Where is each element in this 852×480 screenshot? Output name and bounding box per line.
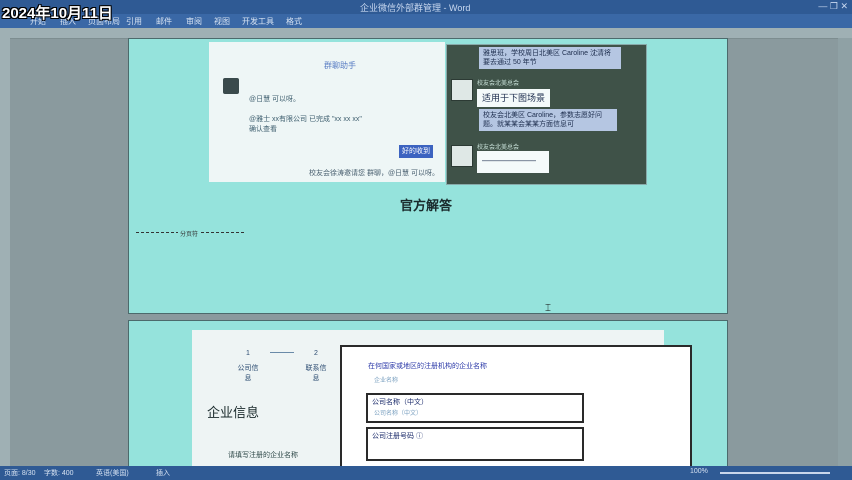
enterprise-info-title: 企业信息 <box>207 405 260 420</box>
field-label: 公司名称（中文） <box>372 399 428 406</box>
status-bar: 页面: 8/30 字数: 400 英语(美国) 插入 100% <box>0 466 852 480</box>
sender-name: 校友会北美总会 <box>477 145 520 151</box>
chat-mention: @日慧 可以呀。 <box>249 96 301 103</box>
chat-footer: 校友会徐涛邀请您 群聊，@日慧 可以呀。 <box>309 170 439 177</box>
section-heading: 官方解答 <box>400 198 453 213</box>
status-page[interactable]: 页面: 8/30 <box>4 468 36 478</box>
window-titlebar: 企业微信外部群管理 - Word — ❐ ✕ <box>0 0 852 14</box>
avatar <box>451 145 473 167</box>
step-1: 1 公司信息 <box>236 350 260 383</box>
step-number: 2 <box>314 350 318 357</box>
tab-references[interactable]: 引用 <box>126 16 142 27</box>
company-reg-field: 公司注册号码 ⓘ <box>366 427 584 461</box>
tab-review[interactable]: 审阅 <box>186 16 202 27</box>
avatar <box>451 79 473 101</box>
status-insert-mode[interactable]: 插入 <box>156 468 170 478</box>
chat-bubble: —————— <box>477 151 549 173</box>
zoom-slider[interactable] <box>720 472 830 474</box>
vertical-ruler[interactable] <box>0 38 10 466</box>
step-number: 1 <box>246 350 250 357</box>
step-2: 2 联系信息 <box>304 350 328 383</box>
company-name-field: 公司名称（中文） 公司名称（中文） <box>366 393 584 423</box>
field-placeholder: 公司名称（中文） <box>374 411 423 417</box>
vertical-scrollbar[interactable] <box>838 38 852 466</box>
enterprise-info-subtitle: 请填写注册的企业名称 <box>228 452 298 459</box>
step-label: 联系信息 <box>305 365 327 382</box>
form-panel: 在何国家或地区的注册机构的企业名称 企业名称 公司名称（中文） 公司名称（中文）… <box>340 345 692 468</box>
tab-view[interactable]: 视图 <box>214 16 230 27</box>
chat-bubble: 校友会北美区 Caroline，参数志愿好问题。就某某会某某方面信息可 <box>479 109 617 131</box>
chat-screenshot-left: 群聊助手 @日慧 可以呀。 @雅士 xx有限公司 已完成 "xx xx xx" … <box>209 42 445 182</box>
ribbon-tabs: 开始 插入 页面布局 引用 邮件 审阅 视图 开发工具 格式 <box>0 14 852 28</box>
chat-bubble: 雅思班，学校周日北美区 Caroline 沈清将要去通过 50 年节 <box>479 47 621 69</box>
form-question: 在何国家或地区的注册机构的企业名称 <box>368 363 487 370</box>
date-stamp: 2024年10月11日 <box>2 5 113 22</box>
field-label: 公司注册号码 ⓘ <box>372 433 423 440</box>
status-language[interactable]: 英语(美国) <box>96 468 129 478</box>
tab-developer[interactable]: 开发工具 <box>242 16 274 27</box>
form-hint: 企业名称 <box>374 378 399 384</box>
tab-format[interactable]: 格式 <box>286 16 302 27</box>
status-words[interactable]: 字数: 400 <box>44 468 74 478</box>
confirm-button: 好的收到 <box>399 145 433 158</box>
tab-mailings[interactable]: 邮件 <box>156 16 172 27</box>
window-controls[interactable]: — ❐ ✕ <box>818 1 848 12</box>
chat-screenshot-right: 雅思班，学校周日北美区 Caroline 沈清将要去通过 50 年节 校友会北美… <box>446 44 647 185</box>
sender-name: 校友会北美总会 <box>477 81 520 87</box>
window-title: 企业微信外部群管理 - Word <box>360 3 471 13</box>
step-connector <box>270 352 294 353</box>
chat-message: @雅士 xx有限公司 已完成 "xx xx xx" 确认查看 <box>249 116 362 133</box>
highlight-bubble: 适用于下图场景 <box>477 89 551 107</box>
avatar <box>223 78 239 94</box>
text-cursor-icon: ⌶ <box>545 303 551 314</box>
chat-title: 群聊助手 <box>324 61 356 70</box>
page-break-label: 分页符 <box>178 229 201 238</box>
step-label: 公司信息 <box>237 365 259 382</box>
status-zoom[interactable]: 100% <box>690 468 708 475</box>
